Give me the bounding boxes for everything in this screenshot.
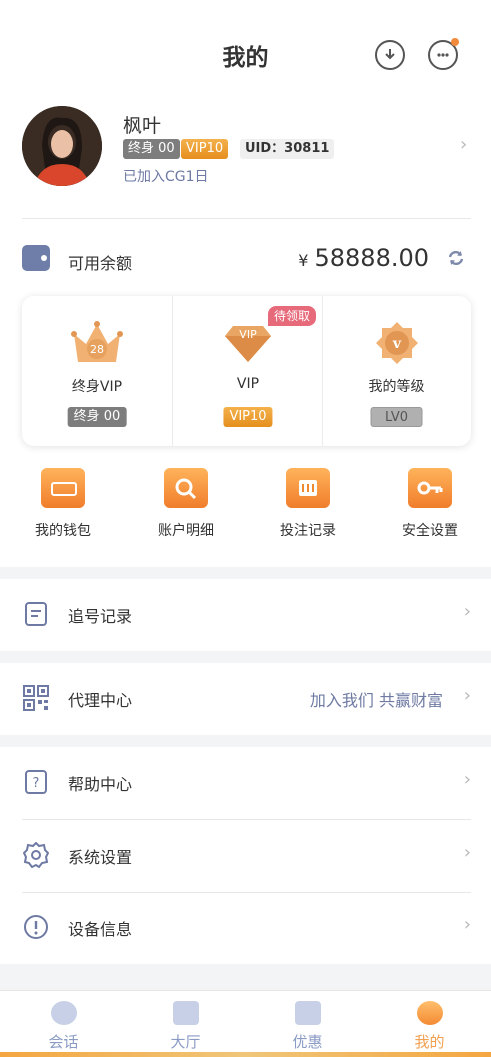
quick-action-label: 账户明细: [158, 523, 214, 539]
section-separator: [0, 651, 491, 663]
lifetime-badge: 终身 00: [123, 139, 180, 159]
chevron-right-icon: ›: [463, 601, 471, 622]
wallet-icon: [41, 468, 85, 508]
joined-days: 已加入CG1日: [123, 169, 209, 185]
my-level-label: 我的等级: [368, 379, 425, 395]
divider: [22, 218, 471, 219]
chevron-right-icon: ›: [463, 769, 471, 790]
level-medal-text: v: [391, 336, 401, 352]
avatar[interactable]: [22, 106, 102, 186]
balance-label: 可用余额: [68, 254, 133, 273]
section-separator: [0, 964, 491, 990]
vip-badge: VIP10: [181, 139, 229, 159]
key-icon: [408, 468, 452, 508]
balance-number: 58888.00: [314, 244, 429, 272]
quick-action-account-detail[interactable]: 账户明细: [131, 468, 241, 540]
my-level-cell[interactable]: v 我的等级 LV0: [322, 296, 471, 446]
tab-lobby[interactable]: 大厅: [124, 991, 247, 1057]
menu-follow-record[interactable]: 追号记录 ›: [0, 579, 491, 651]
level-badge: LV0: [370, 407, 423, 427]
tab-mine[interactable]: 我的: [368, 991, 491, 1057]
lifetime-vip-badge: 终身 00: [67, 407, 127, 427]
chevron-right-icon: ›: [463, 842, 471, 863]
tab-label: 优惠: [292, 1033, 323, 1051]
quick-action-wallet[interactable]: 我的钱包: [8, 468, 118, 540]
tab-promotions[interactable]: 优惠: [246, 991, 369, 1057]
vip-label: VIP: [236, 376, 260, 392]
quick-action-security[interactable]: 安全设置: [375, 468, 485, 540]
currency-symbol: ¥: [298, 251, 309, 270]
gear-icon: [22, 841, 50, 869]
user-icon: [416, 1001, 443, 1025]
tab-label: 大厅: [170, 1033, 201, 1051]
balance-amount: ¥58888.00: [298, 244, 429, 272]
qr-code-icon: [23, 685, 49, 711]
vip-level-badge: VIP10: [223, 407, 273, 427]
quick-action-label: 安全设置: [402, 523, 458, 539]
menu-label: 代理中心: [68, 691, 133, 710]
uid-badge: UID：30811: [240, 139, 335, 159]
svg-text:?: ?: [33, 776, 40, 791]
search-detail-icon: [164, 468, 208, 508]
agent-slogan: 加入我们 共赢财富: [309, 691, 443, 710]
profile-chevron-right-icon[interactable]: ›: [460, 134, 467, 155]
balance-wallet-icon: [22, 245, 50, 271]
download-icon[interactable]: [375, 40, 405, 70]
notification-dot: [451, 38, 459, 46]
chat-icon: [50, 1001, 77, 1025]
tab-label: 会话: [48, 1033, 79, 1051]
menu-label: 设备信息: [68, 920, 133, 939]
chevron-right-icon: ›: [463, 685, 471, 706]
vip-diamond-icon: VIP: [223, 322, 273, 368]
section-separator: [0, 735, 491, 747]
menu-help-center[interactable]: ? 帮助中心 ›: [0, 747, 491, 819]
crown-number: 28: [90, 343, 104, 356]
lifetime-vip-cell[interactable]: 28 终身VIP 终身 00: [22, 296, 172, 446]
vip-diamond-text: VIP: [239, 328, 257, 341]
menu-label: 帮助中心: [68, 775, 133, 794]
section-separator: [0, 567, 491, 579]
level-medal-icon: v: [374, 320, 420, 370]
menu-system-settings[interactable]: 系统设置 ›: [0, 820, 491, 892]
menu-label: 追号记录: [68, 607, 133, 626]
bank-icon: [172, 1001, 199, 1025]
menu-label: 系统设置: [68, 848, 133, 867]
menu-device-info[interactable]: 设备信息 ›: [0, 892, 491, 964]
coupon-icon: [294, 1001, 321, 1025]
info-icon: [23, 914, 49, 940]
lifetime-vip-label: 终身VIP: [71, 379, 123, 395]
help-icon: ?: [23, 769, 49, 795]
page-title: 我的: [222, 45, 269, 71]
quick-action-label: 投注记录: [280, 523, 336, 539]
quick-action-label: 我的钱包: [35, 523, 91, 539]
pending-claim-tag[interactable]: 待领取: [268, 306, 317, 326]
user-name: 枫叶: [123, 115, 162, 137]
quick-action-bet-record[interactable]: 投注记录: [253, 468, 363, 540]
tab-label: 我的: [414, 1033, 445, 1051]
document-icon: [23, 601, 49, 627]
chevron-right-icon: ›: [463, 914, 471, 935]
tab-bar: 会话 大厅 优惠 我的: [0, 990, 491, 1057]
vip-card: 28 终身VIP 终身 00 VIP VIP VIP10 v 我的等级 LV0: [22, 296, 471, 446]
betting-record-icon: [286, 468, 330, 508]
menu-agent-center[interactable]: 代理中心 加入我们 共赢财富 ›: [0, 663, 491, 735]
refresh-icon[interactable]: [446, 248, 466, 272]
tab-chat[interactable]: 会话: [2, 991, 125, 1057]
home-indicator-bar: [0, 1052, 491, 1057]
crown-icon: 28: [70, 320, 124, 370]
